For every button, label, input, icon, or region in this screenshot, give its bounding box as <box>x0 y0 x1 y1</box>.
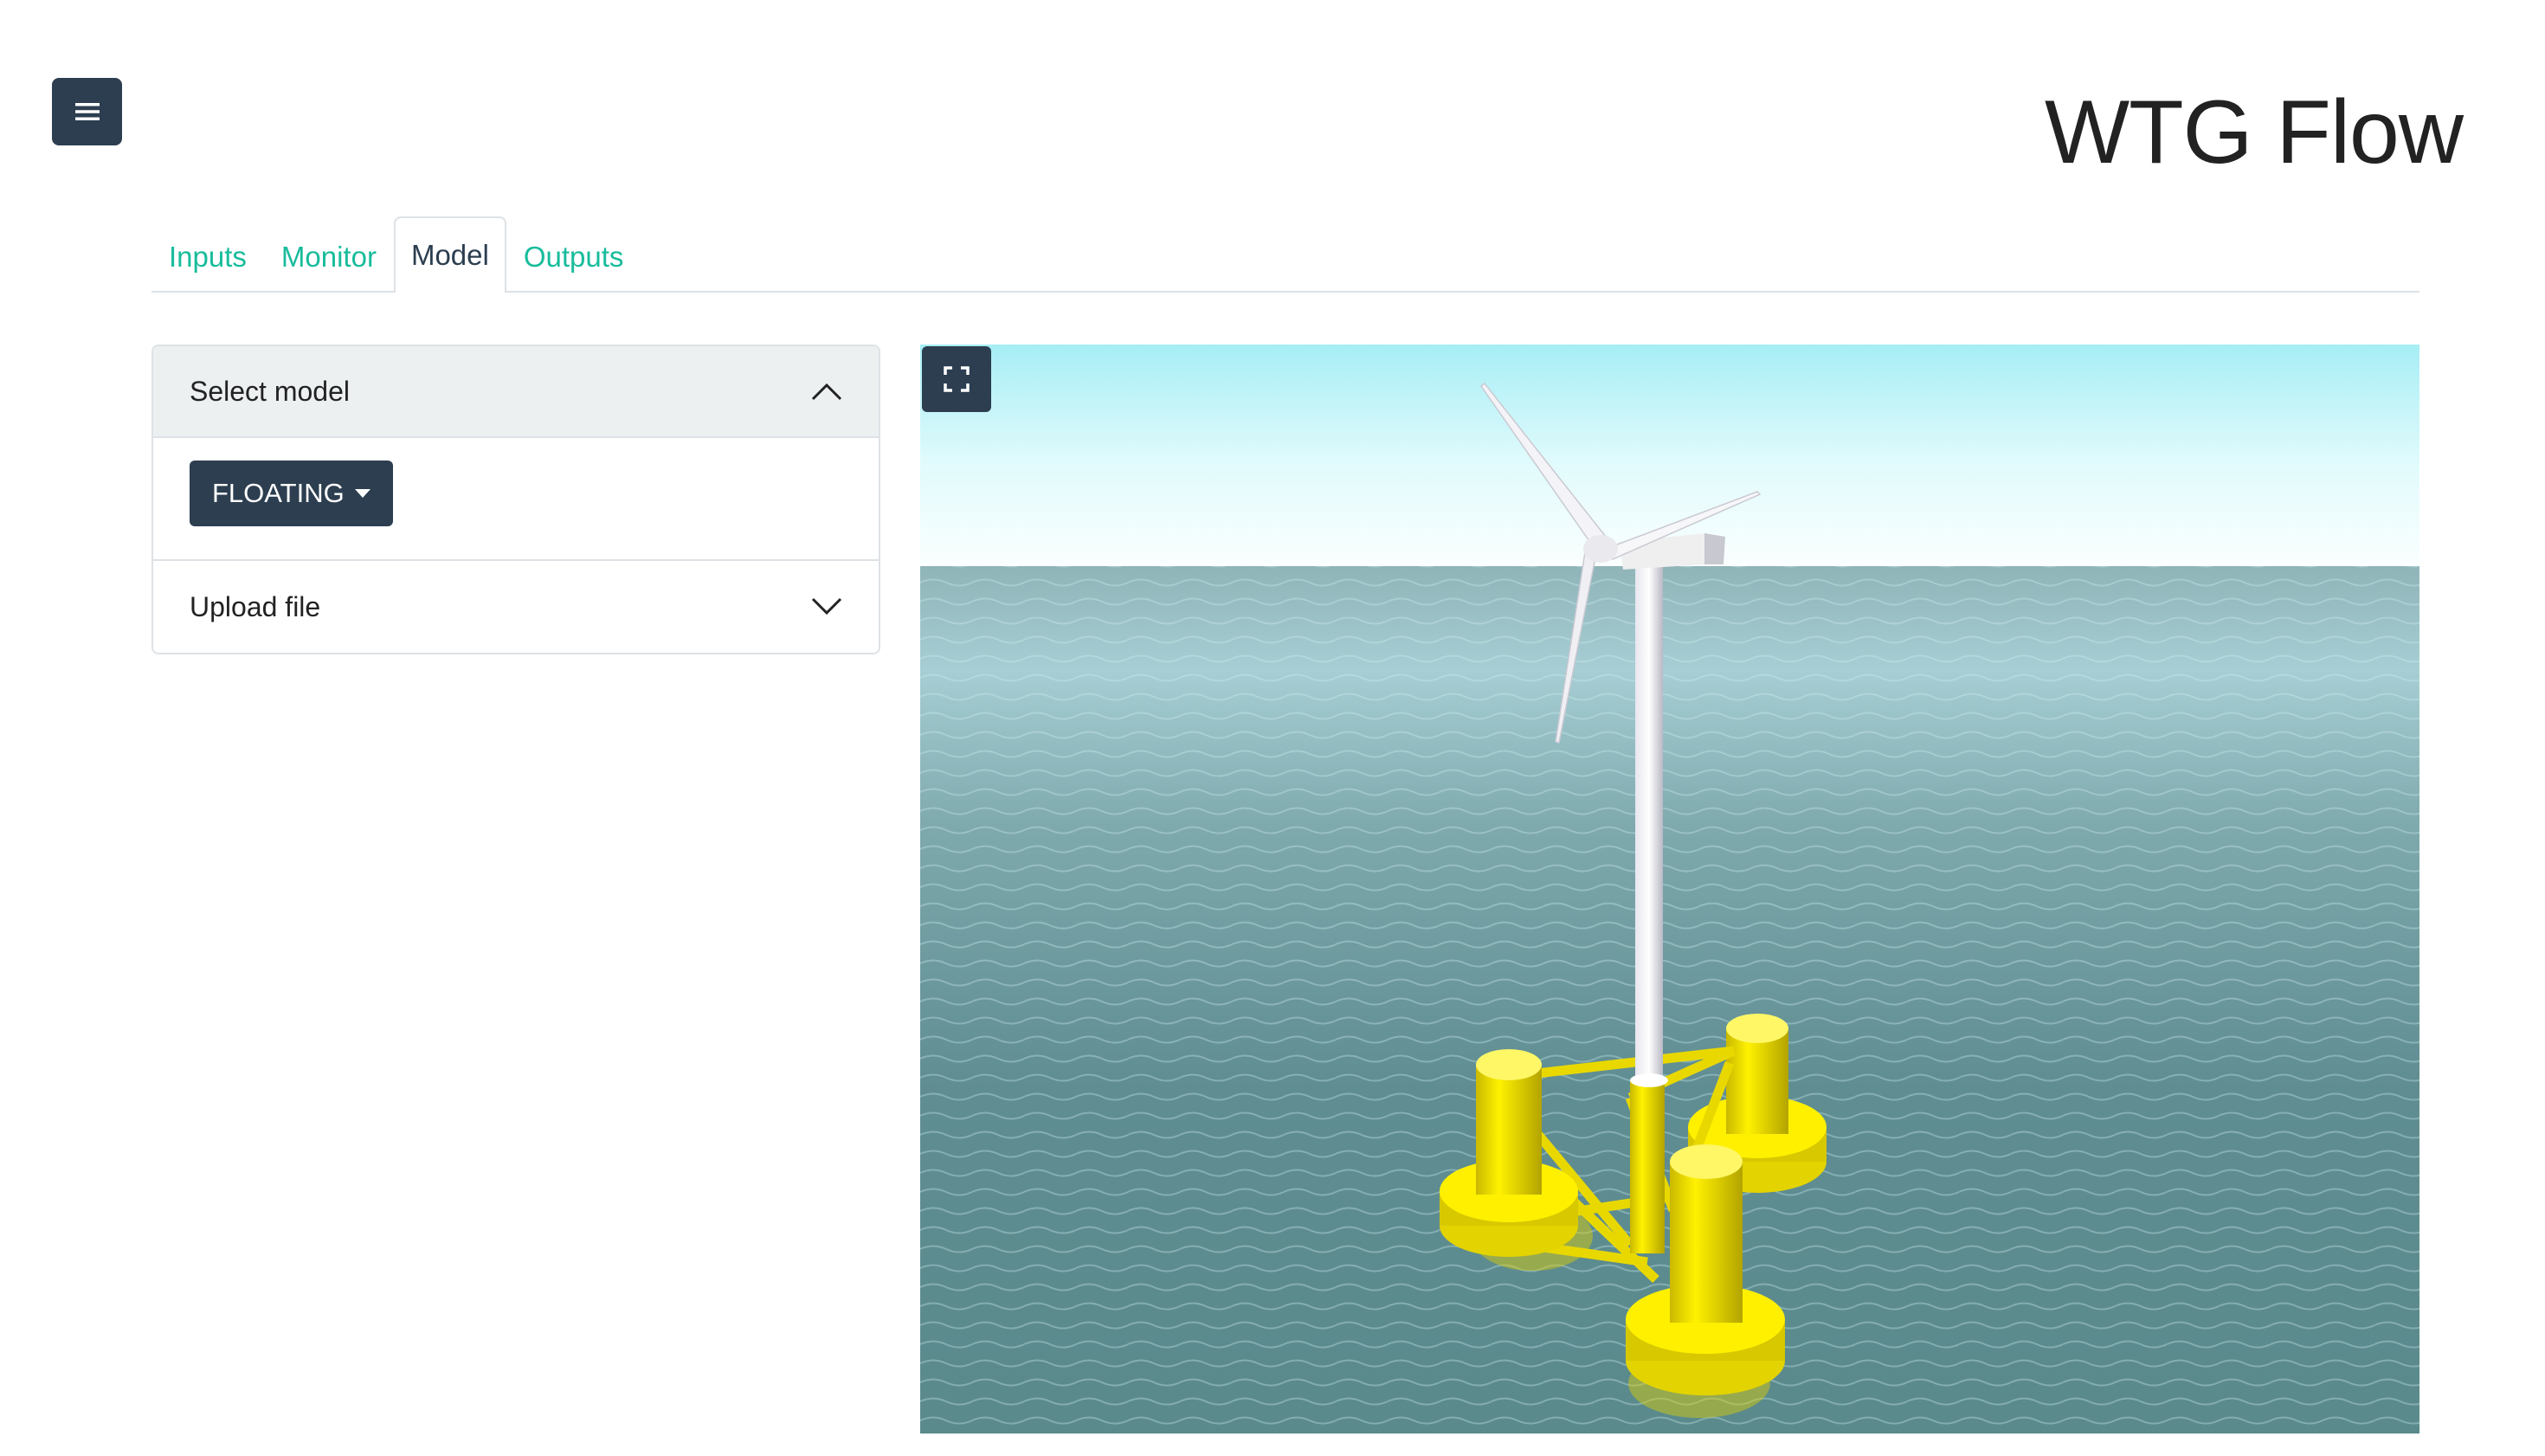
select-model-body: FLOATING <box>153 438 879 561</box>
chevron-up-icon <box>811 383 842 401</box>
tab-bar: Inputs Monitor Model Outputs <box>151 216 2419 293</box>
app-title: WTG Flow <box>2044 82 2464 183</box>
upload-file-label: Upload file <box>190 590 321 622</box>
expand-icon <box>944 366 970 392</box>
upload-file-header[interactable]: Upload file <box>153 561 879 653</box>
model-dropdown[interactable]: FLOATING <box>190 461 393 526</box>
fullscreen-button[interactable] <box>922 346 991 412</box>
turbine-scene <box>920 345 2419 1433</box>
chevron-down-icon <box>811 597 842 615</box>
tab-outputs[interactable]: Outputs <box>506 220 641 293</box>
hamburger-icon <box>74 103 100 120</box>
model-viewer[interactable] <box>920 345 2419 1433</box>
model-dropdown-value: FLOATING <box>212 478 345 508</box>
select-model-label: Select model <box>190 375 350 407</box>
tab-monitor[interactable]: Monitor <box>264 220 394 293</box>
select-model-header[interactable]: Select model <box>153 346 879 438</box>
tab-model[interactable]: Model <box>393 216 506 293</box>
menu-button[interactable] <box>52 78 122 145</box>
model-accordion: Select model FLOATING Upload file <box>151 345 880 654</box>
caret-down-icon <box>354 489 370 498</box>
tab-inputs[interactable]: Inputs <box>151 220 264 293</box>
